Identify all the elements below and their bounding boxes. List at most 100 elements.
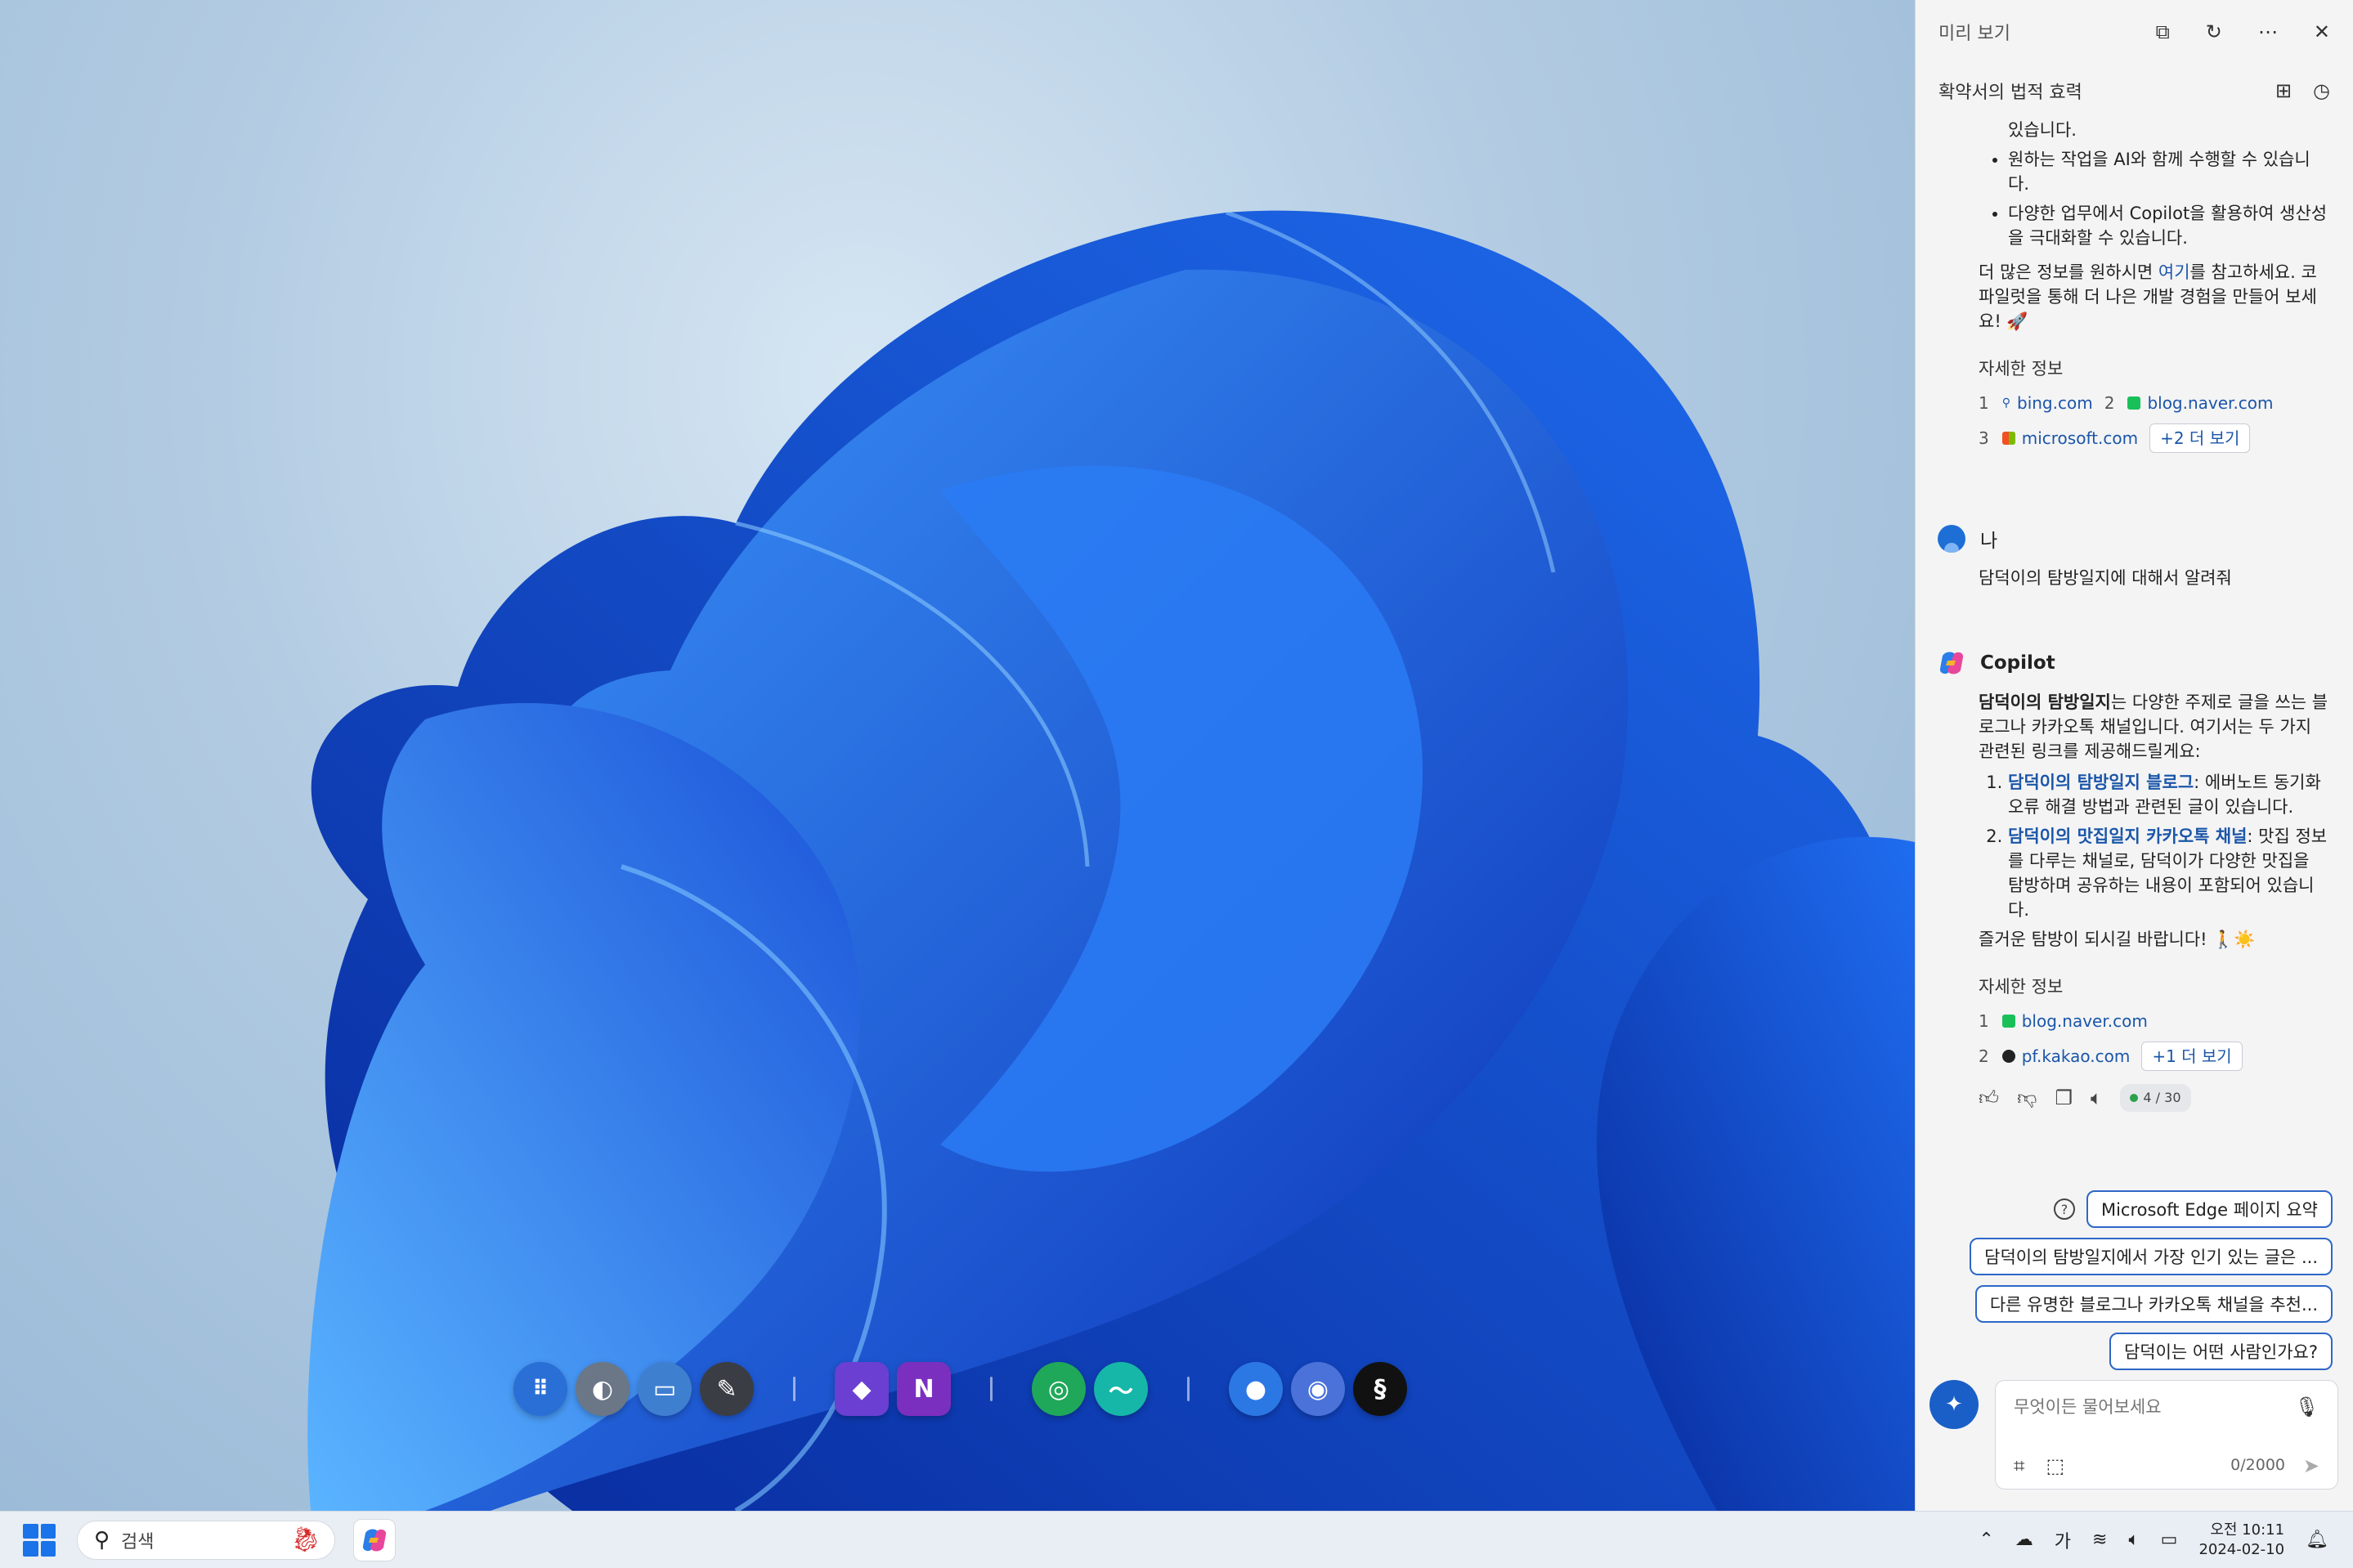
- thumbs-down-icon[interactable]: 👎︎: [2017, 1086, 2037, 1110]
- copilot-sender: Copilot: [1916, 649, 2353, 677]
- copilot-logo-icon: [1939, 652, 1964, 674]
- dark-app-icon[interactable]: §: [1353, 1362, 1407, 1416]
- user-message-block: 나 담덕이의 탐방일지에 대해서 알려줘: [1916, 525, 2353, 590]
- plugins-icon[interactable]: ⊞: [2275, 79, 2292, 102]
- kakao-channel-icon: [2001, 1050, 2015, 1063]
- dock-separator: [990, 1377, 993, 1401]
- ime-indicator[interactable]: 가: [2055, 1527, 2071, 1553]
- app-grid-icon[interactable]: ⠿: [513, 1362, 567, 1416]
- feedback-bar: 👍︎ 👎︎ ❐ 🔈︎ 4 / 30: [1979, 1084, 2329, 1112]
- speaker-icon[interactable]: 🔈︎: [2091, 1086, 2102, 1110]
- screenshot-icon[interactable]: ⬚: [2046, 1454, 2065, 1477]
- list-item: 담덕이의 맛집일지 카카오톡 채널: 맛집 정보를 다루는 채널로, 담덕이가 …: [2008, 824, 2329, 922]
- obsidian-icon[interactable]: ◆: [835, 1362, 889, 1416]
- suggestion-chip[interactable]: Microsoft Edge 페이지 요약: [2086, 1190, 2333, 1228]
- chevron-up-icon[interactable]: ⌃: [1979, 1530, 1993, 1550]
- search-icon: ⚲: [2001, 396, 2010, 410]
- answer-link-blog[interactable]: 담덕이의 탐방일지 블로그: [2008, 773, 2194, 792]
- close-icon[interactable]: ✕: [2314, 20, 2330, 43]
- turn-counter: 4 / 30: [2120, 1084, 2191, 1112]
- dragon-search-highlight-icon: 🐉︎: [289, 1525, 321, 1554]
- prompt-box[interactable]: 🎙︎ ⌗ ⬚ 0/2000 ➤: [1995, 1380, 2338, 1490]
- whale-browser-icon[interactable]: 〜: [1094, 1362, 1148, 1416]
- copilot-logo-icon: [362, 1529, 387, 1551]
- battery-icon[interactable]: ▭: [2161, 1530, 2178, 1550]
- open-external-icon[interactable]: ⧉: [2156, 20, 2170, 43]
- naver-blog-icon: [2001, 1015, 2015, 1028]
- new-topic-button[interactable]: ✦: [1929, 1380, 1979, 1429]
- clock[interactable]: 오전 10:11 2024-02-10: [2198, 1521, 2284, 1560]
- copilot-name: Copilot: [1980, 652, 2055, 674]
- source-kakao[interactable]: 2 pf.kakao.com: [1979, 1044, 2130, 1068]
- user-message: 담덕이의 탐방일지에 대해서 알려줘: [1979, 568, 2232, 588]
- more-options-icon[interactable]: ⋯: [2258, 20, 2278, 43]
- system-tray: ⌃ ☁ 가 ≋ 🔈︎ ▭ 오전 10:11 2024-02-10 🔔︎: [1979, 1521, 2328, 1560]
- microphone-icon[interactable]: 🎙︎: [2295, 1396, 2319, 1418]
- source-naver[interactable]: 2 blog.naver.com: [2104, 391, 2274, 415]
- dock-separator: [1187, 1377, 1190, 1401]
- volume-icon[interactable]: 🔈︎: [2128, 1530, 2139, 1550]
- chat-thread[interactable]: 있습니다. 원하는 작업을 AI와 함께 수행할 수 있습니다. 다양한 업무에…: [1916, 118, 2353, 1360]
- copilot-answer: 담덕이의 탐방일지는 다양한 주제로 글을 쓰는 블로그나 카카오톡 채널입니다…: [1916, 690, 2353, 1112]
- wrench-tool-icon[interactable]: ✎: [700, 1362, 754, 1416]
- list-item: 담덕이의 탐방일지 블로그: 에버노트 동기화 오류 해결 방법과 관련된 글이…: [2008, 770, 2329, 819]
- microsoft-logo-icon: [2001, 432, 2015, 445]
- search-placeholder: 검색: [121, 1531, 155, 1552]
- conversation-header: 확약서의 법적 효력 ⊞ ◷: [1916, 64, 2353, 118]
- answer-intro: 담덕이의 탐방일지는 다양한 주제로 글을 쓰는 블로그나 카카오톡 채널입니다…: [1979, 692, 2328, 761]
- copy-icon[interactable]: ❐: [2055, 1086, 2073, 1110]
- naver-blog-icon: [2127, 396, 2141, 410]
- desktop: ⠿ ◐ ▭ ✎ ◆ N ◎ 〜 ● ◉ §: [0, 0, 1915, 1511]
- char-counter: 0/2000: [2230, 1456, 2285, 1474]
- source-naver[interactable]: 1 blog.naver.com: [1979, 1009, 2148, 1033]
- list-item: 다양한 업무에서 Copilot을 활용하여 생산성을 극대화할 수 있습니다.: [2008, 201, 2329, 250]
- answer-outro: 즐거운 탐방이 되시길 바랍니다! 🚶☀️: [1979, 930, 2256, 949]
- remote-desktop-icon[interactable]: ▭: [638, 1362, 692, 1416]
- new-chat-icon: ✦: [1945, 1392, 1963, 1417]
- previous-answer: 있습니다. 원하는 작업을 AI와 함께 수행할 수 있습니다. 다양한 업무에…: [1916, 118, 2353, 453]
- refresh-icon[interactable]: ↻: [2206, 20, 2222, 43]
- chat-app-icon[interactable]: ●: [1229, 1362, 1283, 1416]
- chrome-icon[interactable]: ◎: [1032, 1362, 1086, 1416]
- source-list: 1 blog.naver.com 2 pf.kakao.com +1 더 보기: [1979, 1009, 2329, 1071]
- prompt-input[interactable]: [2014, 1397, 2284, 1417]
- suggestion-chip[interactable]: 담덕이의 탐방일지에서 가장 인기 있는 글은 ...: [1970, 1238, 2333, 1275]
- image-input-icon[interactable]: ⌗: [2014, 1454, 2025, 1477]
- previous-answer-tail: 있습니다.: [2008, 120, 2077, 140]
- user-name: 나: [1980, 531, 1998, 552]
- camera-app-icon[interactable]: ◉: [1291, 1362, 1345, 1416]
- dock-separator: [793, 1377, 796, 1401]
- source-list: 1 ⚲ bing.com 2 blog.naver.com 3 microsoft.co…: [1979, 391, 2329, 453]
- copilot-sidebar: 미리 보기 ⧉ ↻ ⋯ ✕ 확약서의 법적 효력 ⊞ ◷ 있습니다. 원하는 작…: [1915, 0, 2353, 1511]
- notification-icon[interactable]: 🔔︎: [2306, 1530, 2328, 1550]
- pane-title: 미리 보기: [1938, 24, 2010, 44]
- previous-answer-paragraph: 더 많은 정보를 원하시면 여기를 참고하세요. 코파일럿을 통해 더 나은 개…: [1979, 262, 2317, 331]
- onenote-icon[interactable]: N: [897, 1362, 951, 1416]
- onedrive-icon[interactable]: ☁: [2015, 1530, 2033, 1550]
- user-avatar: [1938, 525, 1965, 553]
- desktop-dock: ⠿ ◐ ▭ ✎ ◆ N ◎ 〜 ● ◉ §: [513, 1360, 1407, 1418]
- more-sources-button[interactable]: +2 더 보기: [2149, 423, 2251, 453]
- whale-app-icon[interactable]: ◐: [576, 1362, 630, 1416]
- more-sources-button[interactable]: +1 더 보기: [2141, 1042, 2243, 1071]
- wallpaper-bloom: [307, 210, 1915, 1511]
- start-button[interactable]: [23, 1523, 56, 1557]
- reference-link[interactable]: 여기: [2158, 262, 2190, 282]
- copilot-answer-block: Copilot 담덕이의 탐방일지는 다양한 주제로 글을 쓰는 블로그나 카카…: [1916, 649, 2353, 1112]
- help-icon[interactable]: ?: [2053, 1198, 2075, 1220]
- thumbs-up-icon[interactable]: 👍︎: [1979, 1086, 1999, 1110]
- clock-date: 2024-02-10: [2198, 1540, 2285, 1558]
- send-icon[interactable]: ➤: [2303, 1454, 2319, 1477]
- answer-link-kakao[interactable]: 담덕이의 맛집일지 카카오톡 채널: [2008, 827, 2247, 846]
- source-microsoft[interactable]: 3 microsoft.com: [1979, 426, 2138, 450]
- copilot-taskbar-button[interactable]: [353, 1518, 396, 1561]
- conversation-title: 확약서의 법적 효력: [1938, 83, 2082, 103]
- wifi-icon[interactable]: ≋: [2092, 1530, 2107, 1550]
- suggestion-chip[interactable]: 다른 유명한 블로그나 카카오톡 채널을 추천...: [1974, 1285, 2333, 1323]
- chat-composer: ✦ 🎙︎ ⌗ ⬚ 0/2000 ➤: [1929, 1380, 2338, 1493]
- taskbar-search[interactable]: ⚲ 검색 🐉︎: [77, 1520, 335, 1560]
- list-item: 원하는 작업을 AI와 함께 수행할 수 있습니다.: [2008, 147, 2329, 196]
- suggestion-chip[interactable]: 담덕이는 어떤 사람인가요?: [2109, 1333, 2333, 1370]
- source-bing[interactable]: 1 ⚲ bing.com: [1979, 391, 2093, 415]
- history-icon[interactable]: ◷: [2313, 79, 2330, 102]
